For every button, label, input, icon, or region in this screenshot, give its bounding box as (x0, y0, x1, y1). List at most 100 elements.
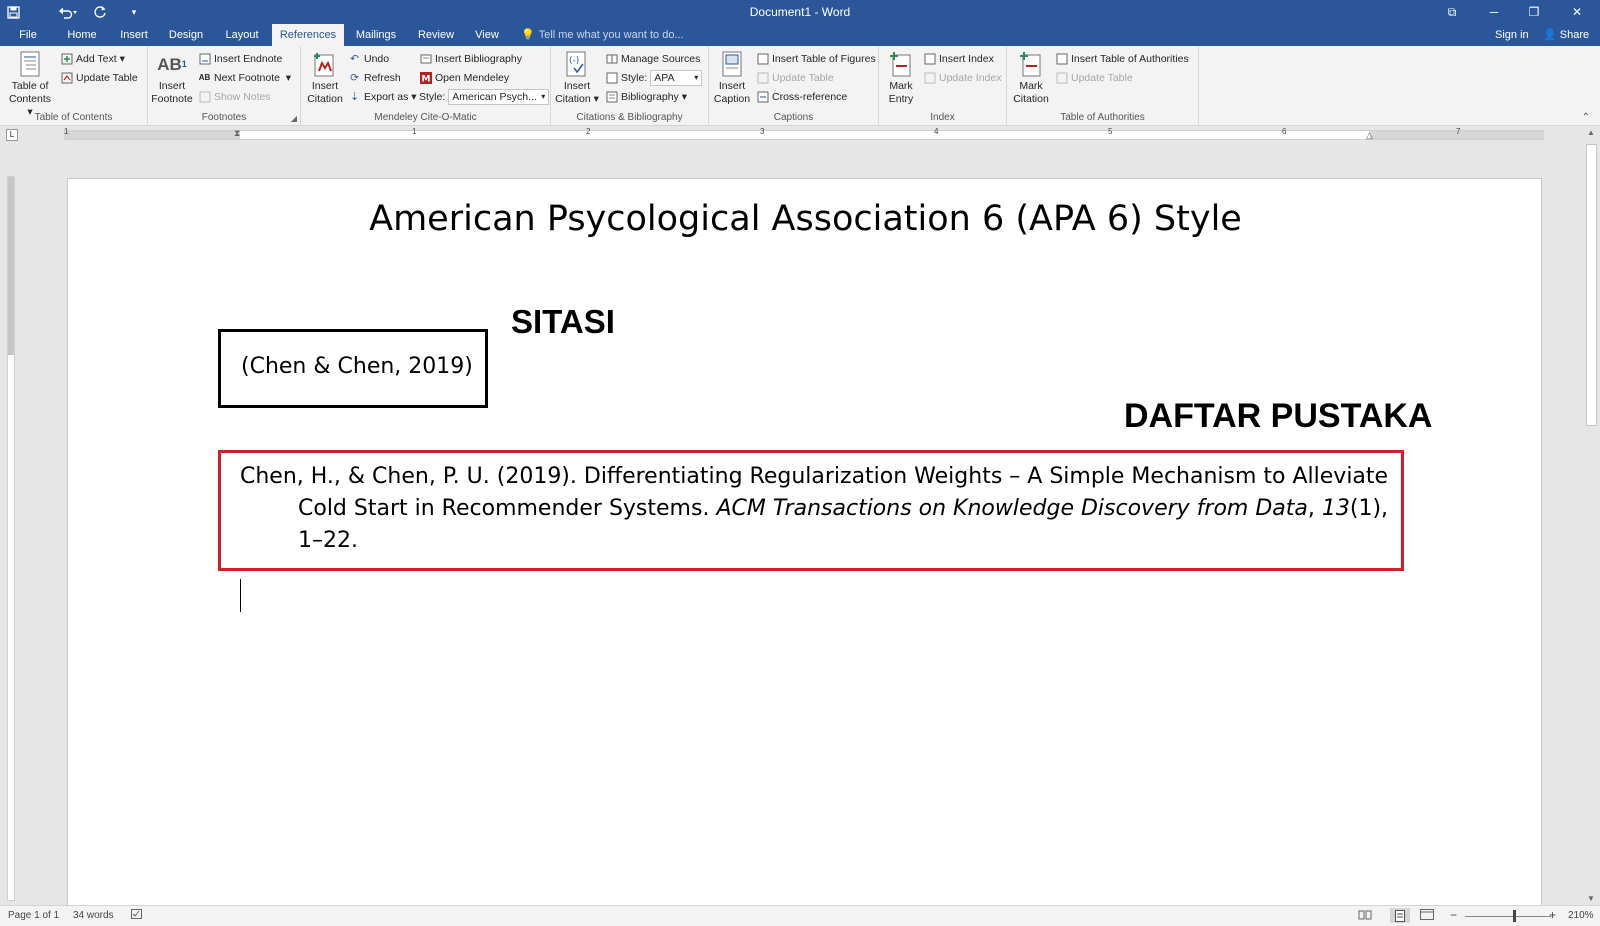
ribbon-display-options-icon[interactable]: ⧉ (1432, 0, 1472, 24)
minimize-icon[interactable]: ─ (1474, 0, 1514, 24)
in-text-citation: (Chen & Chen, 2019) (241, 354, 473, 379)
ruler-number: 4 (934, 127, 939, 136)
bibliography-icon (419, 53, 432, 66)
tab-insert[interactable]: Insert (114, 24, 154, 46)
refresh-icon: ⟳ (350, 72, 359, 84)
chevron-down-icon: ▾ (541, 92, 546, 101)
tab-review[interactable]: Review (414, 24, 458, 46)
citation-style-combo[interactable]: APA ▾ (650, 70, 703, 86)
mark-citation-button[interactable]: Mark Citation (1009, 50, 1053, 106)
mendeley-undo-button[interactable]: ↶ Undo (348, 51, 389, 67)
insert-caption-button[interactable]: Insert Caption (711, 50, 753, 106)
tab-selector[interactable]: L (6, 129, 18, 141)
zoom-out-button[interactable]: − (1450, 908, 1457, 922)
open-mendeley-button[interactable]: M Open Mendeley (419, 70, 509, 86)
right-indent-marker-icon[interactable]: △ (1366, 130, 1373, 141)
style-icon (605, 72, 618, 85)
captions-update-table-button[interactable]: Update Table (756, 70, 834, 86)
tab-layout[interactable]: Layout (221, 24, 263, 46)
group-citations-bibliography: (-) Insert Citation ▾ Manage Sources Sty… (551, 46, 709, 126)
show-notes-label: Show Notes (214, 91, 271, 103)
next-footnote-label: Next Footnote (214, 72, 280, 84)
insert-table-of-figures-button[interactable]: Insert Table of Figures (756, 51, 876, 67)
zoom-level[interactable]: 210% (1568, 910, 1594, 921)
restore-icon[interactable]: ❐ (1514, 0, 1554, 24)
share-button[interactable]: 👤 Share (1543, 24, 1589, 46)
mendeley-insert-citation-button[interactable]: Insert Citation (303, 50, 347, 106)
zoom-slider[interactable] (1465, 916, 1551, 917)
bibliography-book-icon (605, 91, 618, 104)
show-notes-icon (198, 91, 211, 104)
word-count[interactable]: 34 words (73, 910, 114, 921)
tab-file[interactable]: File (13, 24, 43, 46)
next-footnote-icon: AB (198, 73, 211, 82)
tab-mailings[interactable]: Mailings (352, 24, 400, 46)
scrollbar-thumb[interactable] (1586, 144, 1597, 426)
mendeley-style-label: Style: (419, 91, 446, 103)
group-label-citations: Citations & Bibliography (576, 112, 683, 123)
manage-sources-button[interactable]: Manage Sources (605, 51, 700, 67)
sign-in-link[interactable]: Sign in (1495, 24, 1529, 46)
lightbulb-icon: 💡 (521, 29, 535, 41)
scroll-up-icon[interactable]: ▲ (1587, 128, 1595, 137)
insert-endnote-button[interactable]: Insert Endnote (198, 51, 282, 67)
cross-reference-button[interactable]: Cross-reference (756, 89, 847, 105)
bibliography-button[interactable]: Bibliography ▾ (605, 89, 687, 105)
table-of-contents-button[interactable]: Table of Contents ▾ (6, 50, 54, 119)
insert-footnote-button[interactable]: AB 1 Insert Footnote (150, 50, 194, 106)
zoom-slider-thumb[interactable] (1513, 910, 1516, 922)
update-table-icon (1055, 72, 1068, 85)
table-of-contents-icon (17, 50, 43, 78)
insert-bibliography-button[interactable]: Insert Bibliography (419, 51, 522, 67)
read-mode-icon[interactable] (1358, 909, 1372, 924)
web-layout-icon[interactable] (1420, 909, 1434, 924)
footnote-icon: AB 1 (157, 54, 187, 74)
tell-me-search[interactable]: 💡 Tell me what you want to do... (521, 24, 684, 46)
proofing-icon[interactable] (131, 909, 143, 923)
print-layout-icon[interactable] (1390, 908, 1410, 923)
mendeley-export-as-button[interactable]: ⇣ Export as ▾ (348, 89, 416, 105)
mendeley-style-combo[interactable]: American Psych... ▾ (448, 89, 550, 105)
tab-design[interactable]: Design (165, 24, 207, 46)
insert-index-button[interactable]: Insert Index (923, 51, 994, 67)
add-text-button[interactable]: Add Text ▾ (60, 51, 125, 67)
reference-journal: ACM Transactions on Knowledge Discovery … (716, 496, 1308, 521)
page-count[interactable]: Page 1 of 1 (8, 910, 59, 921)
insert-endnote-label: Insert Endnote (214, 53, 283, 65)
mendeley-logo-icon: M (419, 72, 432, 85)
insert-table-of-authorities-label: Insert Table of Authorities (1071, 53, 1189, 65)
update-index-button[interactable]: Update Index (923, 70, 1001, 86)
mark-entry-button[interactable]: Mark Entry (881, 50, 921, 106)
citation-style-value: APA (654, 72, 675, 84)
insert-table-of-authorities-button[interactable]: Insert Table of Authorities (1055, 51, 1189, 67)
reference-volume: 13 (1321, 496, 1350, 521)
mendeley-style-value: American Psych... (452, 91, 537, 103)
zoom-in-button[interactable]: + (1549, 908, 1556, 922)
update-table-label: Update Table (76, 72, 138, 84)
show-notes-button[interactable]: Show Notes (198, 89, 271, 105)
close-icon[interactable]: ✕ (1554, 0, 1600, 24)
tab-home[interactable]: Home (62, 24, 102, 46)
collapse-ribbon-icon[interactable]: ⌃ (1582, 112, 1590, 123)
authorities-update-table-button[interactable]: Update Table (1055, 70, 1133, 86)
group-index: Mark Entry Insert Index Update Index Ind… (879, 46, 1007, 126)
ruler-number: 3 (760, 127, 765, 136)
endnote-icon (198, 53, 211, 66)
vertical-scrollbar[interactable]: ▲ ▼ (1583, 126, 1600, 905)
group-label-authorities: Table of Authorities (1060, 112, 1145, 123)
insert-citation-button[interactable]: (-) Insert Citation ▾ (554, 50, 600, 106)
update-table-button[interactable]: Update Table (60, 70, 138, 86)
indent-marker-icon[interactable]: ⧗ (234, 128, 240, 139)
ruler-number: 7 (1456, 127, 1461, 136)
document-page[interactable]: American Psycological Association 6 (APA… (67, 178, 1542, 913)
tab-view[interactable]: View (468, 24, 506, 46)
add-text-icon (60, 53, 73, 66)
group-label-index: Index (930, 112, 955, 123)
mendeley-refresh-button[interactable]: ⟳ Refresh (348, 70, 401, 86)
tab-references[interactable]: References (272, 24, 344, 46)
footnotes-dialog-launcher-icon[interactable]: ◢ (291, 114, 297, 123)
insert-index-icon (923, 53, 936, 66)
ribbon: Table of Contents ▾ Add Text ▾ Update Ta… (0, 46, 1600, 126)
next-footnote-button[interactable]: AB Next Footnote ▾ (198, 70, 291, 86)
scroll-down-icon[interactable]: ▼ (1587, 894, 1595, 903)
